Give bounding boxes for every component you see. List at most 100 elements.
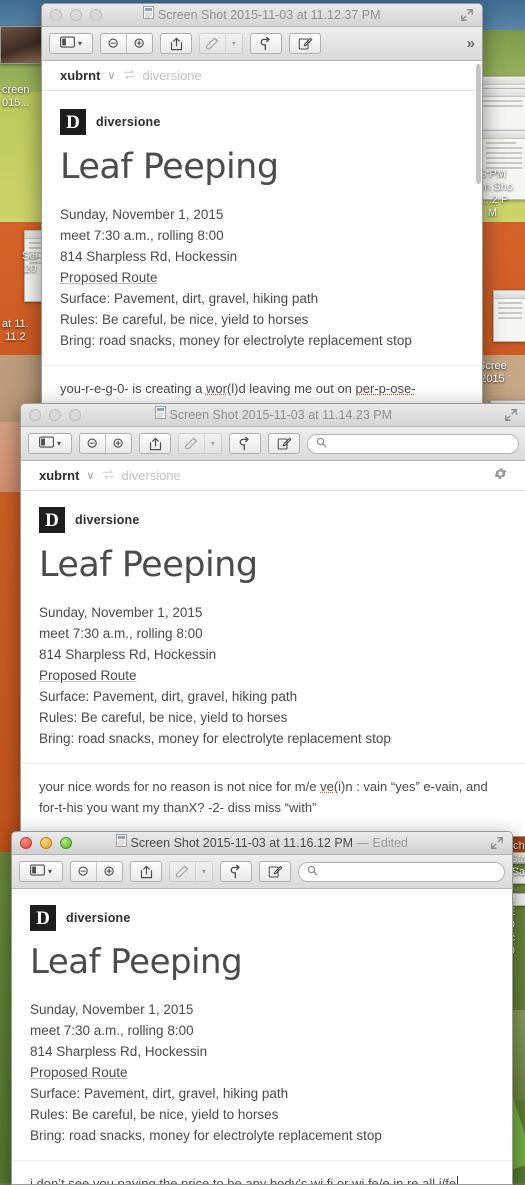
app-account-bar: xubrnt ∨ diversione — [21, 461, 525, 491]
toolbar-overflow-button[interactable]: » — [465, 35, 475, 52]
sidebar-icon — [30, 863, 45, 881]
sync-icon — [123, 69, 136, 83]
chevron-down-icon: ▾ — [47, 867, 52, 876]
annotate-button[interactable] — [289, 33, 321, 54]
document-content: D diversione Leaf Peeping Sunday, Novemb… — [21, 491, 525, 749]
zoom-in-button[interactable] — [105, 434, 131, 453]
chevron-down-icon[interactable]: ▾ — [203, 434, 221, 453]
document-content: D diversione Leaf Peeping Sunday, Novemb… — [12, 889, 512, 1146]
desktop-file-thumbnail[interactable] — [512, 852, 525, 864]
fullscreen-icon[interactable] — [460, 8, 474, 22]
brand-name: diversione — [66, 911, 131, 925]
markup-icon[interactable] — [170, 862, 195, 881]
document-content: D diversione Leaf Peeping Sunday, Novemb… — [42, 91, 482, 351]
preview-window-win2[interactable]: Screen Shot 2015-11-03 at 11.14.23 PM ▾ … — [20, 403, 525, 837]
vertical-scrollbar[interactable] — [475, 4, 482, 414]
window-titlebar[interactable]: Screen Shot 2015-11-03 at 11.16.12 PM — … — [12, 832, 512, 855]
sidebar-icon — [60, 35, 75, 53]
edited-badge: — Edited — [356, 836, 408, 850]
sidebar-toggle-button[interactable]: ▾ — [19, 861, 63, 882]
markup-icon[interactable] — [179, 434, 204, 453]
desktop-file-thumbnail[interactable] — [512, 872, 525, 884]
window-title: Screen Shot 2015-11-03 at 11.16.12 PM — … — [12, 834, 512, 850]
window-title-text: Screen Shot 2015-11-03 at 11.16.12 PM — [130, 836, 354, 850]
account-name: xubrnt — [39, 468, 80, 483]
share-button[interactable] — [160, 33, 192, 54]
account-name: xubrnt — [60, 68, 101, 83]
desktop-photo-thumbnail[interactable] — [0, 26, 46, 64]
rotate-button[interactable] — [250, 33, 282, 54]
zoom-in-button[interactable] — [126, 34, 152, 53]
document-icon — [154, 406, 166, 422]
scrollbar-thumb[interactable] — [476, 64, 481, 184]
workspace-name: diversione — [142, 68, 202, 83]
document-line: Rules: Be careful, be nice, yield to hor… — [39, 709, 288, 725]
document-line: Sunday, November 1, 2015 — [60, 206, 224, 222]
chevron-down-icon[interactable]: ▾ — [224, 34, 242, 53]
window-titlebar[interactable]: Screen Shot 2015-11-03 at 11.14.23 PM — [21, 404, 525, 427]
document-line: Sunday, November 1, 2015 — [39, 604, 203, 620]
search-input[interactable] — [307, 433, 519, 454]
text-cursor — [457, 1175, 459, 1184]
document-line: Proposed Route — [60, 269, 158, 285]
search-icon — [316, 437, 327, 451]
zoom-controls[interactable] — [100, 33, 153, 54]
sync-icon — [102, 469, 115, 483]
annotate-button[interactable] — [268, 433, 300, 454]
zoom-out-button[interactable] — [101, 34, 126, 53]
preview-window-win3[interactable]: Screen Shot 2015-11-03 at 11.16.12 PM — … — [11, 831, 513, 1185]
chevron-down-icon[interactable]: ▾ — [194, 862, 212, 881]
window-title: Screen Shot 2015-11-03 at 11.14.23 PM — [21, 406, 525, 422]
zoom-in-button[interactable] — [96, 862, 122, 881]
sidebar-toggle-button[interactable]: ▾ — [28, 433, 72, 454]
brand-row: D diversione — [60, 109, 464, 135]
markup-controls[interactable]: ▾ — [178, 433, 222, 454]
chevron-down-icon: ∨ — [86, 470, 95, 482]
annotate-button[interactable] — [259, 861, 291, 882]
fullscreen-icon[interactable] — [504, 408, 518, 422]
brand-name: diversione — [96, 115, 161, 129]
document-lines: Sunday, November 1, 2015 meet 7:30 a.m., … — [60, 204, 464, 351]
chevron-down-icon: ▾ — [56, 439, 61, 448]
desktop-file-thumbnail[interactable] — [493, 290, 525, 342]
fullscreen-icon[interactable] — [490, 836, 504, 850]
annotation-segment: you-r-e-g-0- is creating a — [60, 380, 206, 396]
document-line: meet 7:30 a.m., rolling 8:00 — [30, 1022, 194, 1038]
rotate-button[interactable] — [220, 861, 252, 882]
app-logo: D — [30, 905, 56, 931]
brand-row: D diversione — [39, 507, 508, 533]
misspelled-word: ve — [320, 778, 334, 794]
markup-controls[interactable]: ▾ — [199, 33, 243, 54]
document-line: Proposed Route — [30, 1064, 128, 1080]
markup-controls[interactable]: ▾ — [169, 861, 213, 882]
annotation-segment: your nice words for no reason is not nic… — [39, 778, 321, 794]
desktop-file-thumbnail[interactable] — [481, 130, 525, 200]
markup-icon[interactable] — [200, 34, 225, 53]
document-line: Sunday, November 1, 2015 — [30, 1001, 194, 1017]
document-line: 814 Sharpless Rd, Hockessin — [39, 646, 217, 662]
document-lines: Sunday, November 1, 2015 meet 7:30 a.m., … — [39, 602, 508, 749]
document-line: Bring: road snacks, money for electrolyt… — [39, 730, 391, 746]
misspelled-word: per-p-ose- — [355, 380, 416, 396]
document-line: meet 7:30 a.m., rolling 8:00 — [39, 625, 203, 641]
chevron-down-icon: ▾ — [77, 39, 82, 48]
window-toolbar: ▾ ▾ — [21, 427, 525, 461]
share-button[interactable] — [130, 861, 162, 882]
rotate-button[interactable] — [229, 433, 261, 454]
share-button[interactable] — [139, 433, 171, 454]
zoom-controls[interactable] — [70, 861, 123, 882]
sidebar-icon — [39, 435, 54, 453]
search-input[interactable] — [298, 861, 505, 882]
zoom-out-button[interactable] — [71, 862, 96, 881]
document-line: Bring: road snacks, money for electrolyt… — [30, 1127, 382, 1143]
zoom-controls[interactable] — [79, 433, 132, 454]
annotation-text[interactable]: i don’t see you paying the price to be a… — [12, 1159, 512, 1184]
sidebar-toggle-button[interactable]: ▾ — [49, 33, 93, 54]
zoom-out-button[interactable] — [80, 434, 105, 453]
preview-window-win1[interactable]: Screen Shot 2015-11-03 at 11.12.37 PM ▾ … — [41, 3, 483, 415]
window-titlebar[interactable]: Screen Shot 2015-11-03 at 11.12.37 PM — [42, 4, 482, 27]
annotation-text[interactable]: your nice words for no reason is not nic… — [21, 762, 525, 828]
misspelled-word: wor — [205, 380, 227, 396]
window-title-text: Screen Shot 2015-11-03 at 11.12.37 PM — [157, 8, 381, 22]
search-icon — [307, 865, 318, 879]
